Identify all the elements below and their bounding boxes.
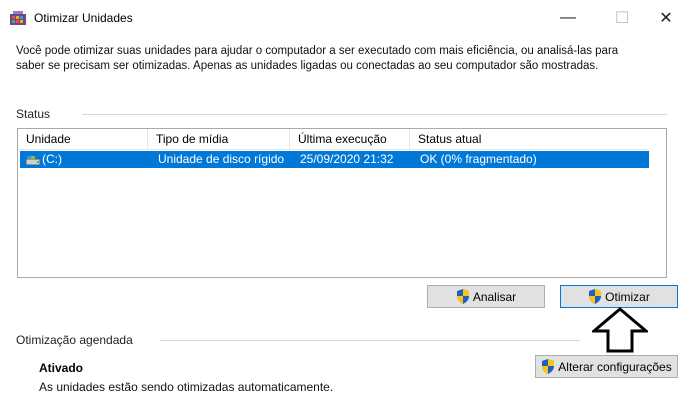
drives-list[interactable]: Unidade Tipo de mídia Última execução St… [17, 128, 667, 278]
uac-shield-icon [589, 289, 602, 304]
title-bar: Otimizar Unidades — ☐ ✕ [0, 0, 682, 34]
scheduled-divider [160, 340, 580, 341]
column-header-status-atual[interactable]: Status atual [410, 129, 650, 150]
optimize-label: Otimizar [605, 289, 650, 304]
maximize-button[interactable]: ☐ [602, 4, 642, 32]
description-text: Você pode otimizar suas unidades para aj… [16, 45, 619, 72]
vertical-scrollbar[interactable] [649, 129, 666, 277]
analyze-button[interactable]: Analisar [427, 285, 545, 308]
defrag-icon [10, 11, 26, 25]
uac-shield-icon [456, 289, 469, 304]
column-header-ultima-execucao[interactable]: Última execução [290, 129, 410, 150]
change-settings-button[interactable]: Alterar configurações [535, 355, 678, 378]
scheduled-section-label: Otimização agendada [16, 333, 133, 347]
close-button[interactable]: ✕ [646, 4, 682, 32]
status-section-label: Status [16, 107, 51, 121]
list-header: Unidade Tipo de mídia Última execução St… [18, 129, 650, 150]
window-title: Otimizar Unidades [34, 11, 133, 25]
optimize-button[interactable]: Otimizar [560, 285, 678, 308]
drive-name: (C:) [42, 152, 62, 166]
column-header-tipo-de-midia[interactable]: Tipo de mídia [148, 129, 290, 150]
up-arrow-icon [592, 307, 648, 353]
uac-shield-icon [542, 359, 555, 374]
table-row[interactable]: (C:) Unidade de disco rígido 25/09/2020 … [20, 151, 650, 168]
media-type: Unidade de disco rígido [158, 152, 285, 166]
change-settings-label: Alterar configurações [558, 359, 672, 374]
minimize-button[interactable]: — [548, 4, 588, 32]
current-status: OK (0% fragmentado) [420, 152, 537, 166]
schedule-status-text: As unidades estão sendo otimizadas autom… [39, 380, 334, 394]
column-header-unidade[interactable]: Unidade [18, 129, 148, 150]
schedule-state: Ativado [39, 361, 84, 375]
analyze-label: Analisar [472, 289, 517, 304]
last-run: 25/09/2020 21:32 [300, 152, 394, 166]
hard-drive-icon [26, 156, 40, 165]
status-divider [82, 114, 667, 115]
